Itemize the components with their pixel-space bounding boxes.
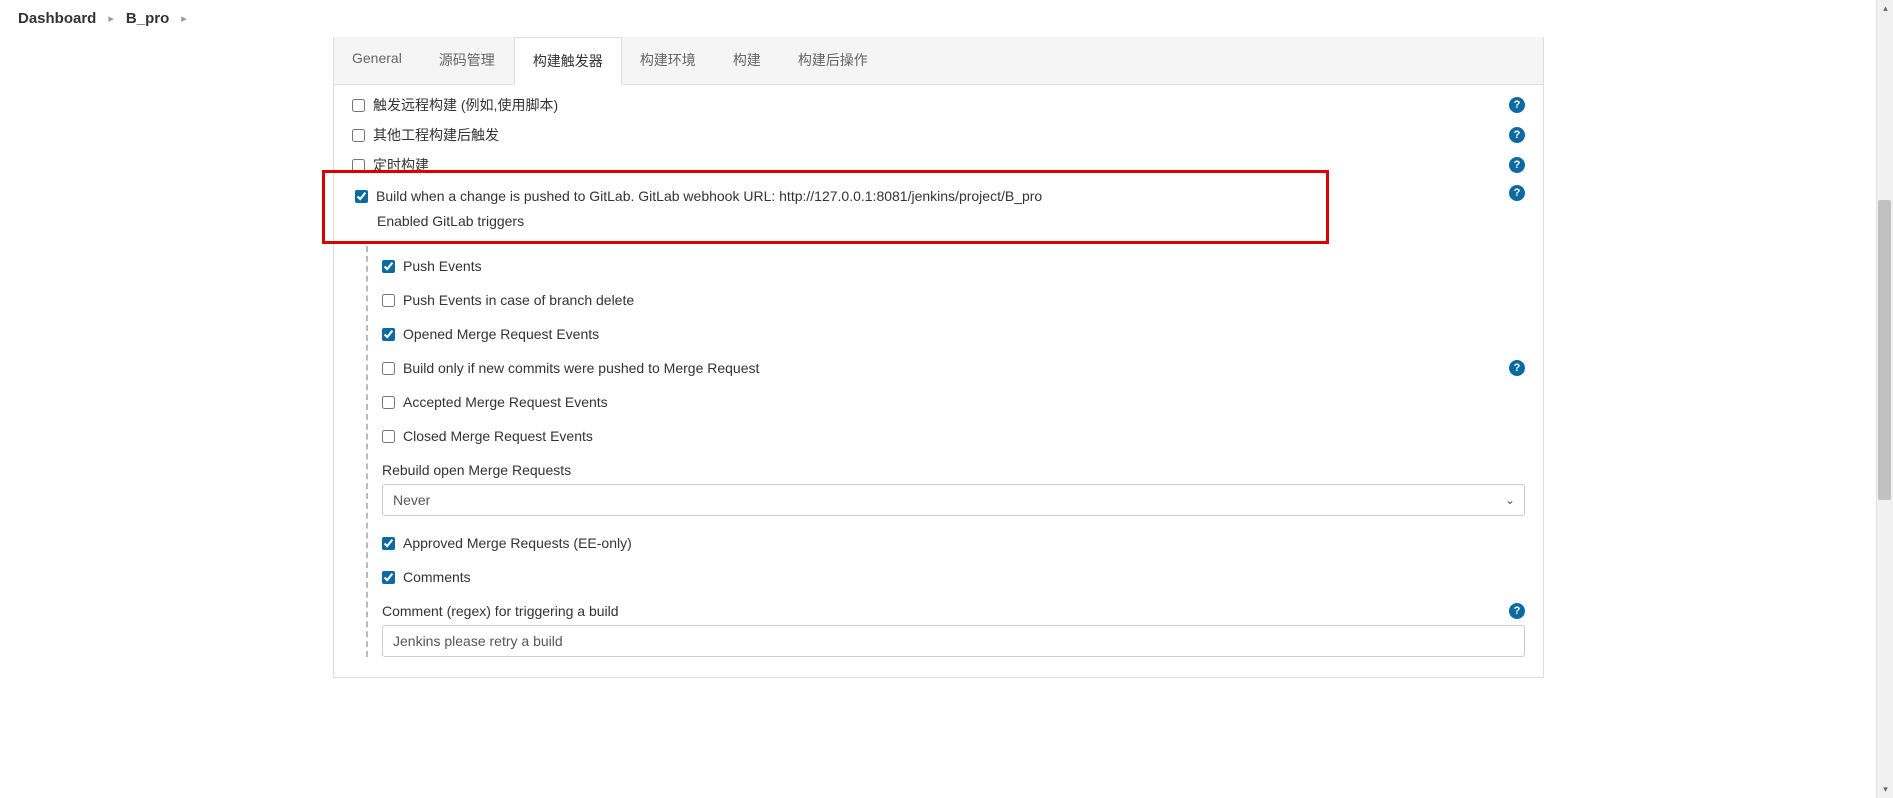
tab-build-triggers[interactable]: 构建触发器	[514, 37, 622, 85]
rebuild-mr-label: Rebuild open Merge Requests	[382, 453, 1525, 484]
chevron-right-icon: ▸	[181, 12, 187, 25]
closed-mr-checkbox[interactable]	[382, 430, 395, 443]
trigger-remote-label[interactable]: 触发远程构建 (例如,使用脚本)	[373, 95, 1501, 115]
help-icon[interactable]: ?	[1509, 185, 1525, 201]
enabled-gitlab-triggers-label: Enabled GitLab triggers	[377, 213, 1326, 229]
tab-build-env[interactable]: 构建环境	[622, 37, 715, 84]
gitlab-triggers-section: Push Events Push Events in case of branc…	[366, 246, 1525, 657]
push-events-checkbox[interactable]	[382, 260, 395, 273]
scrollbar-thumb[interactable]	[1878, 200, 1891, 500]
gitlab-highlight-box: Build when a change is pushed to GitLab.…	[322, 170, 1329, 244]
push-delete-label[interactable]: Push Events in case of branch delete	[403, 292, 1525, 308]
chevron-right-icon: ▸	[108, 12, 114, 25]
new-commits-mr-label[interactable]: Build only if new commits were pushed to…	[403, 360, 1501, 376]
comments-row: Comments	[382, 560, 1525, 594]
approved-mr-label[interactable]: Approved Merge Requests (EE-only)	[403, 535, 1525, 551]
trigger-remote-row: 触发远程构建 (例如,使用脚本) ?	[352, 90, 1525, 120]
trigger-upstream-checkbox[interactable]	[352, 129, 365, 142]
opened-mr-label[interactable]: Opened Merge Request Events	[403, 326, 1525, 342]
rebuild-mr-select-wrap: Never ⌄	[382, 484, 1525, 516]
push-events-row: Push Events	[382, 249, 1525, 283]
trigger-gitlab-row: Build when a change is pushed to GitLab.…	[355, 183, 1326, 209]
trigger-upstream-label[interactable]: 其他工程构建后触发	[373, 125, 1501, 145]
help-icon[interactable]: ?	[1509, 603, 1525, 619]
help-icon[interactable]: ?	[1509, 157, 1525, 173]
build-triggers-panel: 触发远程构建 (例如,使用脚本) ? 其他工程构建后触发 ? 定时构建 ?	[334, 85, 1543, 677]
config-panel: General 源码管理 构建触发器 构建环境 构建 构建后操作 触发远程构建 …	[333, 37, 1544, 678]
comments-label[interactable]: Comments	[403, 569, 1525, 585]
breadcrumb: Dashboard ▸ B_pro ▸	[0, 0, 1893, 37]
comment-regex-label: Comment (regex) for triggering a build	[382, 603, 1501, 619]
scrollbar-down-arrow[interactable]: ▾	[1877, 781, 1893, 798]
breadcrumb-dashboard[interactable]: Dashboard	[18, 10, 96, 27]
accepted-mr-checkbox[interactable]	[382, 396, 395, 409]
accepted-mr-row: Accepted Merge Request Events	[382, 385, 1525, 419]
approved-mr-row: Approved Merge Requests (EE-only)	[382, 526, 1525, 560]
rebuild-mr-select[interactable]: Never	[382, 484, 1525, 516]
new-commits-mr-checkbox[interactable]	[382, 362, 395, 375]
trigger-remote-checkbox[interactable]	[352, 99, 365, 112]
help-icon[interactable]: ?	[1509, 127, 1525, 143]
opened-mr-checkbox[interactable]	[382, 328, 395, 341]
trigger-gitlab-checkbox[interactable]	[355, 190, 368, 203]
scrollbar-vertical[interactable]: ▴ ▾	[1876, 0, 1893, 798]
comments-checkbox[interactable]	[382, 571, 395, 584]
trigger-upstream-row: 其他工程构建后触发 ?	[352, 120, 1525, 150]
opened-mr-row: Opened Merge Request Events	[382, 317, 1525, 351]
breadcrumb-project[interactable]: B_pro	[126, 10, 169, 27]
tab-post-build[interactable]: 构建后操作	[780, 37, 887, 84]
help-icon[interactable]: ?	[1509, 360, 1525, 376]
push-delete-checkbox[interactable]	[382, 294, 395, 307]
push-events-label[interactable]: Push Events	[403, 258, 1525, 274]
closed-mr-label[interactable]: Closed Merge Request Events	[403, 428, 1525, 444]
closed-mr-row: Closed Merge Request Events	[382, 419, 1525, 453]
approved-mr-checkbox[interactable]	[382, 537, 395, 550]
comment-regex-row: Comment (regex) for triggering a build ?	[382, 594, 1525, 625]
trigger-gitlab-label[interactable]: Build when a change is pushed to GitLab.…	[376, 188, 1326, 204]
tab-scm[interactable]: 源码管理	[421, 37, 514, 84]
tab-general[interactable]: General	[334, 37, 421, 84]
help-icon[interactable]: ?	[1509, 97, 1525, 113]
new-commits-mr-row: Build only if new commits were pushed to…	[382, 351, 1525, 385]
tab-build[interactable]: 构建	[715, 37, 780, 84]
config-tabs: General 源码管理 构建触发器 构建环境 构建 构建后操作	[334, 37, 1543, 85]
comment-regex-input[interactable]	[382, 625, 1525, 657]
scrollbar-up-arrow[interactable]: ▴	[1877, 0, 1893, 17]
accepted-mr-label[interactable]: Accepted Merge Request Events	[403, 394, 1525, 410]
push-delete-row: Push Events in case of branch delete	[382, 283, 1525, 317]
